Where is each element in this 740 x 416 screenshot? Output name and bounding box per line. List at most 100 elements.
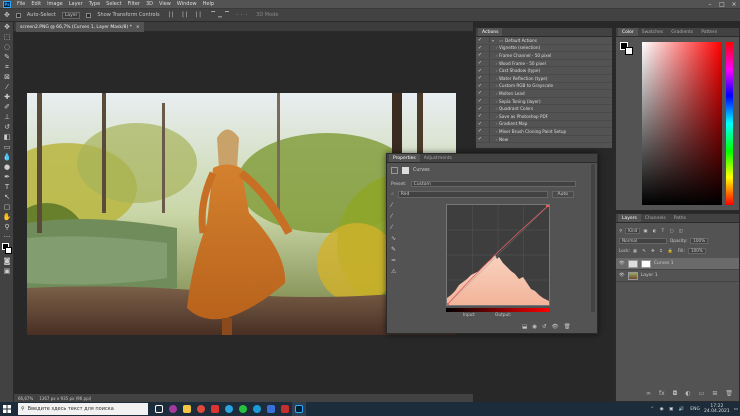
action-item[interactable]: ✓ › Sepia Toning (layer) <box>476 98 612 106</box>
move-tool-icon[interactable]: ✥ <box>4 11 10 19</box>
group-icon[interactable]: ▭ <box>699 390 705 397</box>
check-icon[interactable]: ✓ <box>476 68 484 74</box>
shape-tool-icon[interactable]: ▢ <box>0 202 14 212</box>
lasso-tool-icon[interactable]: ◌ <box>0 42 14 52</box>
check-icon[interactable]: ✓ <box>476 113 484 119</box>
show-transform-checkbox[interactable] <box>86 12 92 18</box>
tab-properties[interactable]: Properties <box>389 154 420 162</box>
menu-file[interactable]: File <box>17 1 25 7</box>
menu-layer[interactable]: Layer <box>69 1 83 7</box>
telegram-icon[interactable] <box>222 402 236 416</box>
close-icon[interactable]: × <box>728 0 740 9</box>
check-icon[interactable]: ✓ <box>476 45 484 51</box>
check-icon[interactable]: ✓ <box>476 98 484 104</box>
new-layer-icon[interactable]: ⊞ <box>712 390 717 397</box>
chevron-right-icon[interactable]: › <box>492 45 499 50</box>
menu-edit[interactable]: Edit <box>31 1 41 7</box>
color-swatches-icon[interactable] <box>0 242 14 256</box>
menu-view[interactable]: View <box>159 1 171 7</box>
layer-row-layer1[interactable]: 👁 Layer 1 <box>616 270 739 282</box>
foreground-background-swatch[interactable] <box>620 42 634 56</box>
zoom-tool-icon[interactable]: ⚲ <box>0 222 14 232</box>
screen-mode-icon[interactable]: ▣ <box>0 266 14 276</box>
path-select-tool-icon[interactable]: ↖ <box>0 192 14 202</box>
quick-mask-icon[interactable]: ◙ <box>0 256 14 266</box>
check-icon[interactable]: ✓ <box>476 37 484 43</box>
quick-select-tool-icon[interactable]: ✎ <box>0 52 14 62</box>
menu-window[interactable]: Window <box>177 1 197 7</box>
chevron-right-icon[interactable]: › <box>492 137 499 142</box>
brush-tool-icon[interactable]: ✐ <box>0 102 14 112</box>
color-spectrum[interactable] <box>642 42 722 205</box>
curve-edit-icon[interactable]: ∿ <box>391 235 396 242</box>
chevron-right-icon[interactable]: › <box>492 83 499 88</box>
crop-tool-icon[interactable]: ⌗ <box>0 62 14 72</box>
clone-stamp-tool-icon[interactable]: ⊥ <box>0 112 14 122</box>
minimize-icon[interactable]: – <box>704 0 716 9</box>
browser-icon[interactable] <box>166 402 180 416</box>
kind-dropdown[interactable]: Kind <box>625 227 641 234</box>
chevron-right-icon[interactable]: › <box>492 68 499 73</box>
tab-paths[interactable]: Paths <box>670 214 690 222</box>
action-item[interactable]: ✓ › Gradient Map <box>476 120 612 129</box>
clip-to-layer-icon[interactable]: ⬓ <box>522 324 527 330</box>
action-item[interactable]: ✓ › Wood Frame - 50 pixel <box>476 60 612 68</box>
chevron-right-icon[interactable]: › <box>492 61 499 66</box>
check-icon[interactable]: ✓ <box>476 121 484 127</box>
menu-help[interactable]: Help <box>203 1 214 7</box>
visibility-icon[interactable]: 👁 <box>552 324 559 330</box>
check-icon[interactable]: ✓ <box>476 75 484 81</box>
chevron-right-icon[interactable]: › <box>492 53 499 58</box>
dodge-tool-icon[interactable]: ● <box>0 162 14 172</box>
check-icon[interactable]: ✓ <box>476 136 484 142</box>
pencil-icon[interactable]: ✎ <box>391 246 396 253</box>
layer-row-curves[interactable]: 👁 Curves 1 <box>616 258 739 270</box>
notifications-icon[interactable]: ▭ <box>734 407 738 412</box>
chevron-right-icon[interactable]: › <box>492 114 499 119</box>
tab-adjustments[interactable]: Adjustments <box>420 154 456 162</box>
check-icon[interactable]: ✓ <box>476 106 484 112</box>
eraser-tool-icon[interactable]: ◧ <box>0 132 14 142</box>
align-icons[interactable]: ▕▏▕▏▕▏ ▔▁▔ ··· <box>166 12 251 18</box>
hue-slider[interactable] <box>726 42 733 205</box>
maximize-icon[interactable]: □ <box>716 0 728 9</box>
chevron-right-icon[interactable]: › <box>492 99 499 104</box>
chevron-right-icon[interactable]: › <box>492 129 499 134</box>
bridge-icon[interactable] <box>264 402 278 416</box>
action-item[interactable]: ✓ › Custom RGB to Grayscale <box>476 82 612 91</box>
action-item[interactable]: ✓ › Quadrant Colors <box>476 105 612 113</box>
tab-pattern[interactable]: Pattern <box>697 28 721 36</box>
mask-icon[interactable]: ◘ <box>673 390 678 397</box>
action-item[interactable]: ✓ › Cast Shadow (type) <box>476 67 612 75</box>
whatsapp-icon[interactable] <box>236 402 250 416</box>
fx-icon[interactable]: fx <box>659 390 665 397</box>
check-icon[interactable]: ✓ <box>476 83 484 89</box>
close-tab-icon[interactable]: × <box>136 25 140 30</box>
fill-field[interactable]: 100% <box>687 247 706 254</box>
channel-dropdown[interactable]: Red <box>397 191 548 198</box>
blend-mode-dropdown[interactable]: Normal <box>619 237 667 244</box>
blur-tool-icon[interactable]: 💧 <box>0 152 14 162</box>
app-icon[interactable] <box>208 402 222 416</box>
tab-actions[interactable]: Actions <box>478 28 503 36</box>
action-set-row[interactable]: ✓ ▾ ▭ Default Actions <box>476 37 612 45</box>
action-item[interactable]: ✓ › Save as Photoshop PDF <box>476 113 612 121</box>
move-tool-icon[interactable]: ✥ <box>0 22 14 32</box>
menu-type[interactable]: Type <box>89 1 100 7</box>
lock-icons[interactable]: ▦ ✎ ✥ ⌗ 🔒 <box>633 248 675 254</box>
adobe-app-icon[interactable] <box>278 402 292 416</box>
chevron-right-icon[interactable]: › <box>492 106 499 111</box>
action-item[interactable]: ✓ › New <box>476 136 612 144</box>
file-explorer-icon[interactable] <box>180 402 194 416</box>
task-view-icon[interactable] <box>152 402 166 416</box>
eye-icon[interactable]: 👁 <box>619 261 625 266</box>
tab-color[interactable]: Color <box>618 28 638 36</box>
action-item[interactable]: ✓ › Vignette (selection) <box>476 44 612 53</box>
menu-filter[interactable]: Filter <box>128 1 140 7</box>
chevron-right-icon[interactable]: › <box>492 91 499 96</box>
zoom-readout[interactable]: 66,67% <box>18 396 33 401</box>
pen-tool-icon[interactable]: ✒ <box>0 172 14 182</box>
smooth-icon[interactable]: ≈ <box>391 257 396 264</box>
chevron-right-icon[interactable]: › <box>492 121 499 126</box>
marquee-tool-icon[interactable]: ⬚ <box>0 32 14 42</box>
